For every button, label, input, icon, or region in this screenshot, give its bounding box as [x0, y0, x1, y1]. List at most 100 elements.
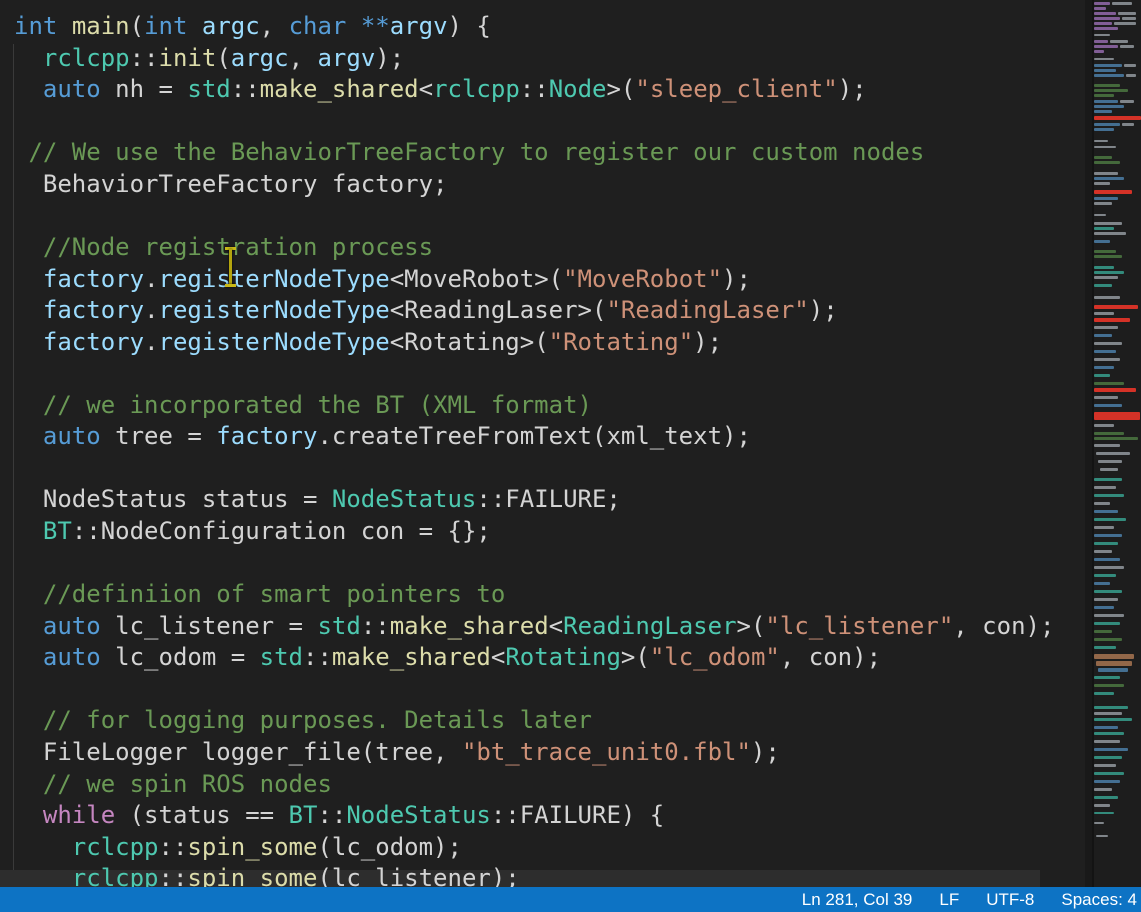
code-line[interactable]: // for logging purposes. Details later — [14, 705, 1054, 737]
minimap-band — [1094, 116, 1141, 120]
code-line[interactable]: //Node registration process — [14, 232, 1054, 264]
code-token: Rotating — [505, 643, 621, 671]
minimap-band — [1094, 574, 1116, 577]
minimap-band — [1110, 40, 1128, 43]
code-token: char — [289, 12, 347, 40]
code-line[interactable]: //definiion of smart pointers to — [14, 579, 1054, 611]
code-token: ( — [216, 44, 230, 72]
code-token: rclcpp — [43, 44, 130, 72]
minimap-band — [1094, 27, 1118, 30]
code-token: registerNodeType — [159, 265, 390, 293]
code-token: int — [144, 12, 187, 40]
code-token: . — [144, 296, 158, 324]
code-token: main — [72, 12, 130, 40]
code-line[interactable]: rclcpp::init(argc, argv); — [14, 43, 1054, 75]
minimap-band — [1100, 468, 1118, 471]
code-token: "Rotating" — [549, 328, 694, 356]
code-line[interactable]: factory.registerNodeType<MoveRobot>("Mov… — [14, 264, 1054, 296]
minimap-band — [1094, 404, 1122, 407]
code-line[interactable]: rclcpp::spin_some(lc_odom); — [14, 832, 1054, 864]
code-token: <ReadingLaser>( — [390, 296, 607, 324]
code-token: spin_some — [187, 864, 317, 887]
minimap-band — [1094, 84, 1120, 87]
code-token: factory — [43, 265, 144, 293]
code-token: < — [419, 75, 433, 103]
minimap-band — [1094, 796, 1118, 799]
code-line[interactable]: // We use the BehaviorTreeFactory to reg… — [14, 137, 1054, 169]
minimap-band — [1094, 756, 1122, 759]
minimap-band — [1094, 748, 1128, 751]
minimap-band — [1094, 712, 1122, 715]
code-editor[interactable]: int main(int argc, char **argv) { rclcpp… — [0, 0, 1085, 887]
minimap-band — [1094, 326, 1118, 329]
minimap-band — [1094, 358, 1120, 361]
minimap-band — [1094, 276, 1118, 279]
code-line[interactable]: auto nh = std::make_shared<rclcpp::Node>… — [14, 74, 1054, 106]
code-token — [14, 770, 43, 798]
code-token: >( — [737, 612, 766, 640]
code-token: make_shared — [260, 75, 419, 103]
code-token: ** — [361, 12, 390, 40]
minimap-band — [1094, 502, 1110, 505]
minimap-band — [1094, 534, 1122, 537]
code-line[interactable] — [14, 106, 1054, 138]
minimap-band — [1094, 764, 1116, 767]
code-token: .createTreeFromText(xml_text); — [317, 422, 750, 450]
code-token: // we spin ROS nodes — [43, 770, 332, 798]
code-line[interactable]: rclcpp::spin_some(lc_listener); — [14, 863, 1054, 887]
minimap-band — [1094, 45, 1118, 48]
minimap-band — [1094, 214, 1106, 216]
status-encoding[interactable]: UTF-8 — [986, 890, 1034, 910]
minimap-band — [1094, 12, 1116, 15]
minimap-band — [1094, 396, 1118, 399]
minimap-band — [1094, 812, 1114, 814]
code-token: factory — [43, 296, 144, 324]
minimap-band — [1094, 486, 1116, 489]
code-token: init — [159, 44, 217, 72]
code-token — [14, 612, 43, 640]
code-line[interactable]: auto lc_odom = std::make_shared<Rotating… — [14, 642, 1054, 674]
code-line[interactable]: FileLogger logger_file(tree, "bt_trace_u… — [14, 737, 1054, 769]
code-token: :: — [159, 833, 188, 861]
minimap-band — [1094, 94, 1114, 97]
minimap-band — [1094, 318, 1130, 322]
code-area[interactable]: int main(int argc, char **argv) { rclcpp… — [14, 11, 1054, 887]
code-line[interactable]: auto lc_listener = std::make_shared<Read… — [14, 611, 1054, 643]
code-token: (lc_listener); — [317, 864, 519, 887]
code-line[interactable] — [14, 200, 1054, 232]
status-cursor-position[interactable]: Ln 281, Col 39 — [802, 890, 913, 910]
code-token — [14, 233, 43, 261]
minimap-band — [1094, 34, 1110, 36]
code-token: , con); — [953, 612, 1054, 640]
code-line[interactable] — [14, 358, 1054, 390]
minimap-band — [1094, 334, 1112, 337]
minimap[interactable] — [1094, 0, 1141, 887]
minimap-band — [1094, 40, 1108, 43]
code-line[interactable]: BehaviorTreeFactory factory; — [14, 169, 1054, 201]
code-line[interactable]: NodeStatus status = NodeStatus::FAILURE; — [14, 484, 1054, 516]
code-token — [14, 833, 72, 861]
code-token: ); — [375, 44, 404, 72]
code-line[interactable]: // we incorporated the BT (XML format) — [14, 390, 1054, 422]
code-token — [14, 517, 43, 545]
code-line[interactable]: int main(int argc, char **argv) { — [14, 11, 1054, 43]
code-line[interactable]: factory.registerNodeType<Rotating>("Rota… — [14, 327, 1054, 359]
code-token: std — [187, 75, 230, 103]
code-line[interactable] — [14, 453, 1054, 485]
code-line[interactable] — [14, 674, 1054, 706]
code-token: "bt_trace_unit0.fbl" — [462, 738, 751, 766]
code-line[interactable] — [14, 548, 1054, 580]
code-token: tree = — [101, 422, 217, 450]
minimap-band — [1094, 718, 1132, 721]
code-token: make_shared — [332, 643, 491, 671]
status-indentation[interactable]: Spaces: 4 — [1061, 890, 1137, 910]
code-line[interactable]: auto tree = factory.createTreeFromText(x… — [14, 421, 1054, 453]
code-line[interactable]: // we spin ROS nodes — [14, 769, 1054, 801]
code-token: argv — [390, 12, 448, 40]
code-line[interactable]: factory.registerNodeType<ReadingLaser>("… — [14, 295, 1054, 327]
status-eol-sequence[interactable]: LF — [939, 890, 959, 910]
minimap-band — [1094, 388, 1136, 392]
code-line[interactable]: BT::NodeConfiguration con = {}; — [14, 516, 1054, 548]
code-line[interactable]: while (status == BT::NodeStatus::FAILURE… — [14, 800, 1054, 832]
code-token: NodeStatus status = — [14, 485, 332, 513]
